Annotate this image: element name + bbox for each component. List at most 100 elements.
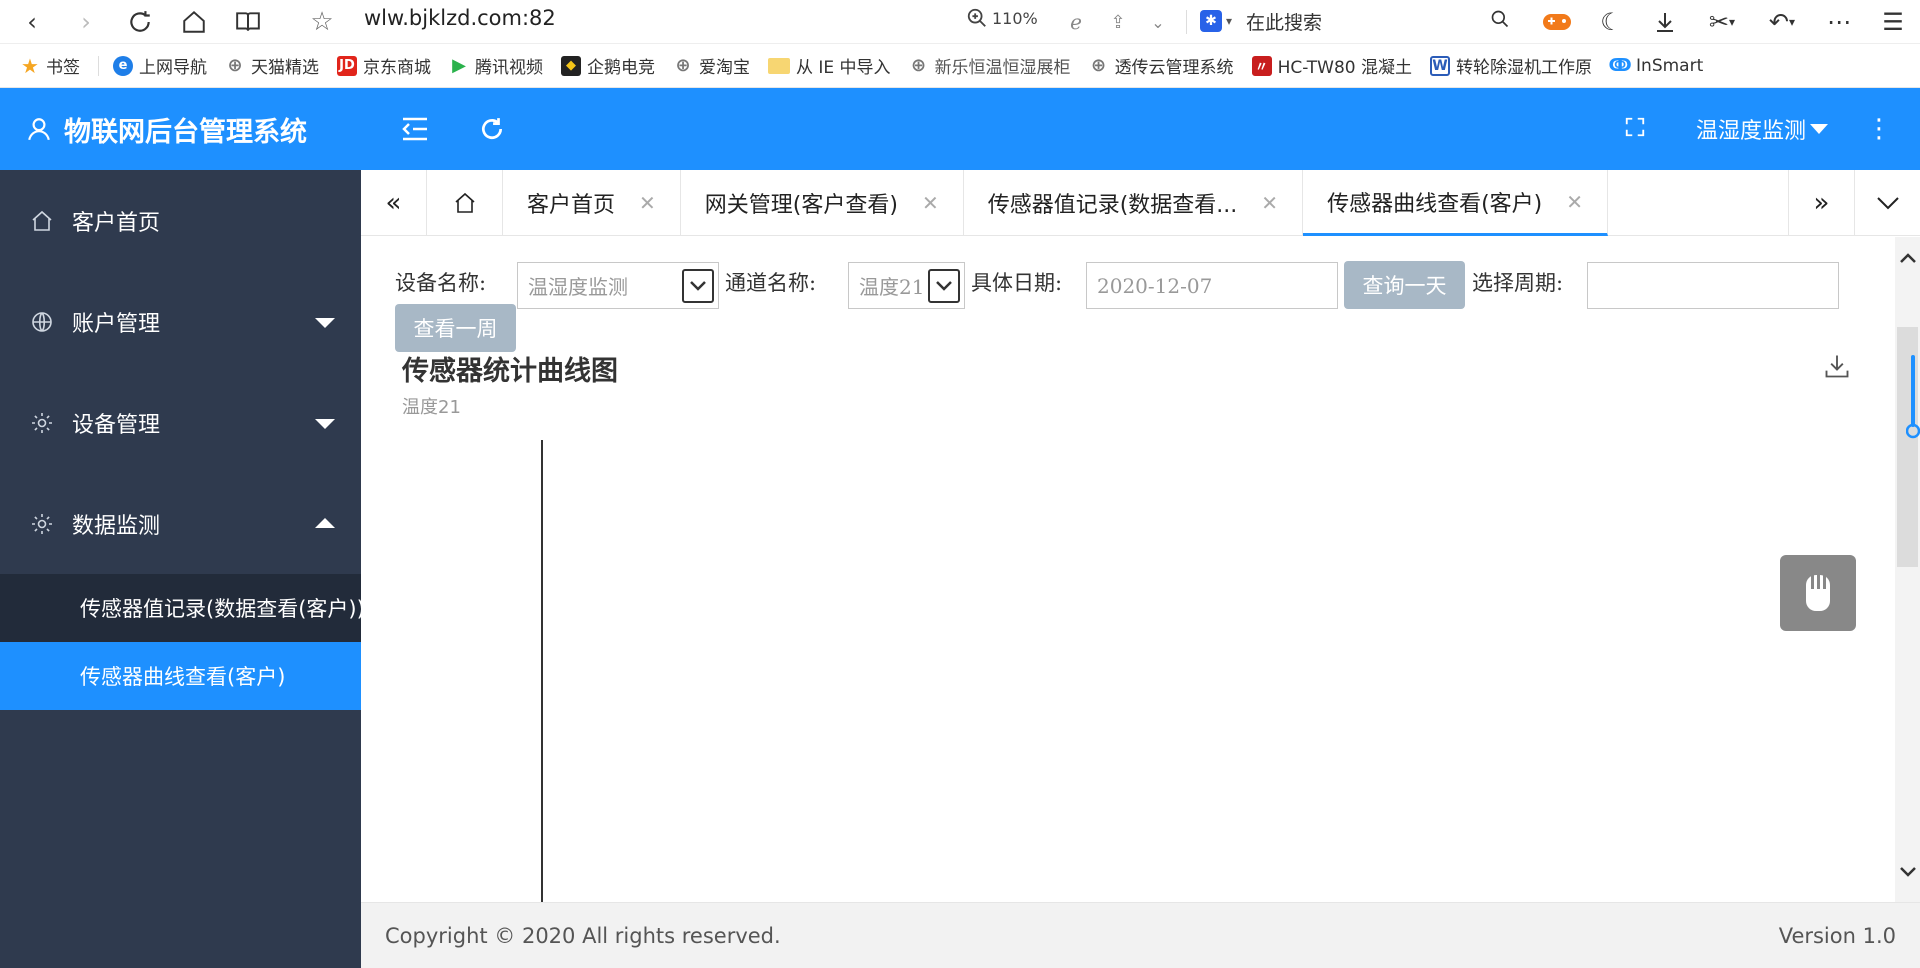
sidebar-subitem-sensor-curve[interactable]: 传感器曲线查看(客户) xyxy=(0,642,361,710)
browser-right-toolbar: ☾ ✂ ▾ ↶ ▾ ⋯ ☰ xyxy=(1530,0,1920,44)
user-menu[interactable]: 温湿度监测 xyxy=(1696,113,1828,145)
sidebar-item-accounts[interactable]: 账户管理 xyxy=(0,271,361,372)
more-vertical-icon[interactable]: ⋮ xyxy=(1866,114,1892,144)
tab-home[interactable] xyxy=(427,170,503,236)
chevron-down-icon[interactable]: ▾ xyxy=(1226,14,1232,28)
scroll-down-icon[interactable] xyxy=(1895,857,1920,887)
tab-label: 传感器曲线查看(客户) xyxy=(1327,191,1543,217)
search-engine-icon[interactable]: ✱ xyxy=(1200,10,1222,32)
close-icon[interactable]: ✕ xyxy=(1566,190,1583,214)
tab-scroll-right-button[interactable]: » xyxy=(1788,170,1854,236)
channel-name-select[interactable]: 温度21 xyxy=(848,262,965,309)
menu-icon[interactable]: ☰ xyxy=(1866,4,1920,40)
bookmark-item[interactable]: W 转轮除湿机工作原 xyxy=(1430,53,1592,78)
date-input[interactable]: 2020-12-07 xyxy=(1086,262,1338,309)
night-mode-icon[interactable]: ☾ xyxy=(1584,4,1638,40)
search-icon[interactable] xyxy=(1490,9,1510,34)
bookmark-label: 转轮除湿机工作原 xyxy=(1456,58,1593,78)
chevron-down-icon[interactable]: ⌄ xyxy=(1140,4,1176,40)
brand-icon: 〃 xyxy=(1251,55,1272,76)
favorite-star-icon[interactable]: ☆ xyxy=(304,4,340,40)
video-icon: ▶ xyxy=(452,55,466,76)
reader-icon[interactable] xyxy=(230,4,266,40)
date-label: 具体日期: xyxy=(971,271,1063,295)
bookmark-label: 从 IE 中导入 xyxy=(796,58,891,78)
refresh-button[interactable] xyxy=(467,104,517,154)
sidebar-submenu: 传感器值记录(数据查看(客户)) 传感器曲线查看(客户) xyxy=(0,574,361,710)
undo-close-icon[interactable]: ↶ ▾ xyxy=(1752,4,1812,40)
bookmark-item[interactable]: ★ 书签 xyxy=(20,53,80,79)
bookmark-item[interactable]: JD 京东商城 xyxy=(337,53,431,78)
chevron-down-icon xyxy=(928,269,960,303)
query-day-button[interactable]: 查询一天 xyxy=(1344,261,1465,309)
bookmark-item[interactable]: ⊕ 透传云管理系统 xyxy=(1089,53,1234,78)
device-name-select[interactable]: 温湿度监测 xyxy=(517,262,719,309)
bookmark-item[interactable]: e 上网导航 xyxy=(113,53,207,78)
chevron-down-icon xyxy=(315,317,335,328)
divider xyxy=(1186,10,1187,34)
vertical-scrollbar[interactable] xyxy=(1895,237,1920,902)
refresh-icon xyxy=(482,118,503,140)
tab-sensor-curve[interactable]: 传感器曲线查看(客户) ✕ xyxy=(1303,170,1608,236)
bookmark-item[interactable]: ⊕ 新乐恒温恒湿展柜 xyxy=(909,53,1071,78)
share-icon[interactable]: ⇪ xyxy=(1100,4,1136,40)
channel-name-label: 通道名称: xyxy=(725,271,817,295)
bookmark-item[interactable]: 从 IE 中导入 xyxy=(768,53,891,78)
header-right: 温湿度监测 ⋮ xyxy=(1624,88,1920,170)
bookmark-item[interactable]: ⊕ 天猫精选 xyxy=(225,53,319,78)
tab-dropdown-button[interactable] xyxy=(1854,170,1920,236)
close-icon[interactable]: ✕ xyxy=(1261,191,1278,215)
device-name-label: 设备名称: xyxy=(395,271,487,295)
fullscreen-button[interactable] xyxy=(1624,116,1646,142)
tab-scroll-left-button[interactable]: « xyxy=(361,170,427,236)
bookmark-item[interactable]: ◆ 企鹅电竞 xyxy=(561,53,655,78)
browser-toolbar: ‹ › ☆ wlw.bjklzd.com:82 110% ℯ ⇪ ⌄ ✱ ▾ 在… xyxy=(0,0,1920,44)
bookmark-label: 企鹅电竞 xyxy=(587,58,655,78)
sidebar-subitem-sensor-records[interactable]: 传感器值记录(数据查看(客户)) xyxy=(0,574,361,642)
tab-gateway-management[interactable]: 网关管理(客户查看) ✕ xyxy=(681,170,964,236)
query-week-button[interactable]: 查看一周 xyxy=(395,304,516,352)
tab-customer-home[interactable]: 客户首页 ✕ xyxy=(503,170,681,236)
zoom-level: 110% xyxy=(992,8,1038,28)
globe-icon xyxy=(30,310,54,334)
gear-icon xyxy=(30,512,54,536)
jd-icon: JD xyxy=(337,55,357,76)
back-icon[interactable]: ‹ xyxy=(14,4,50,40)
sidebar: 客户首页 账户管理 设备管理 数据监测 传感器值记录(数据查看(客户)) 传感器… xyxy=(0,170,361,968)
ie-mode-icon[interactable]: ℯ xyxy=(1058,4,1094,40)
tab-sensor-records[interactable]: 传感器值记录(数据查看... ✕ xyxy=(964,170,1304,236)
scroll-up-icon[interactable] xyxy=(1895,243,1920,273)
floating-hand-button[interactable] xyxy=(1780,555,1856,631)
bookmark-item[interactable]: ▶ 腾讯视频 xyxy=(449,53,543,78)
period-input[interactable] xyxy=(1587,262,1839,309)
sidebar-item-devices[interactable]: 设备管理 xyxy=(0,372,361,473)
reload-icon[interactable] xyxy=(122,4,158,40)
toggle-sidebar-button[interactable] xyxy=(390,104,440,154)
download-icon[interactable] xyxy=(1638,4,1692,40)
channel-name-value: 温度21 xyxy=(859,275,925,299)
home-icon[interactable] xyxy=(176,4,212,40)
save-image-button[interactable] xyxy=(1823,352,1853,382)
bookmark-item[interactable]: ↂ InSmart xyxy=(1608,55,1703,76)
search-input[interactable]: 在此搜索 xyxy=(1246,8,1322,35)
close-icon[interactable]: ✕ xyxy=(639,191,656,215)
zoom-indicator[interactable]: 110% xyxy=(966,7,1038,29)
bookmark-label: 腾讯视频 xyxy=(475,58,543,78)
chart-title: 传感器统计曲线图 xyxy=(402,356,618,387)
bookmark-item[interactable]: ⊕ 爱淘宝 xyxy=(673,53,750,78)
address-bar[interactable]: wlw.bjklzd.com:82 xyxy=(364,6,556,30)
forward-icon[interactable]: › xyxy=(68,4,104,40)
close-icon[interactable]: ✕ xyxy=(922,191,939,215)
bookmark-label: 京东商城 xyxy=(363,58,431,78)
sidebar-item-label: 账户管理 xyxy=(72,311,161,337)
sidebar-item-monitoring[interactable]: 数据监测 xyxy=(0,473,361,574)
sidebar-item-home[interactable]: 客户首页 xyxy=(0,170,361,271)
app-title: 物联网后台管理系统 xyxy=(64,116,307,148)
search-box[interactable]: ✱ ▾ 在此搜索 xyxy=(1200,3,1510,39)
screenshot-scissors-icon[interactable]: ✂ ▾ xyxy=(1692,4,1752,40)
game-icon[interactable] xyxy=(1530,4,1584,40)
word-icon: W xyxy=(1430,55,1451,76)
more-icon[interactable]: ⋯ xyxy=(1812,4,1866,40)
tabs-right-controls: » xyxy=(1788,170,1920,236)
bookmark-item[interactable]: 〃 HC-TW80 混凝土 xyxy=(1251,53,1412,78)
